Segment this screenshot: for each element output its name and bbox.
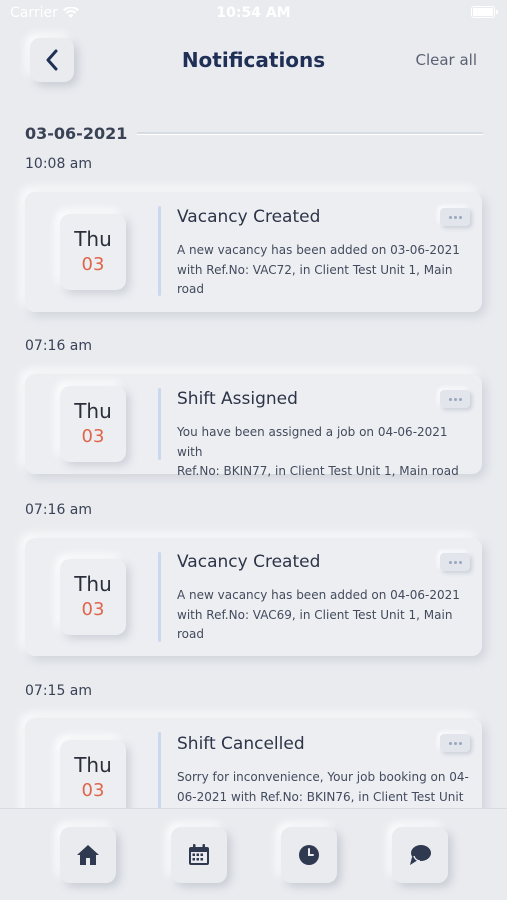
notification-card[interactable]: Thu 03 Shift Assigned You have been assi… [25, 374, 482, 478]
tab-history[interactable] [281, 827, 337, 883]
day-name: Thu [74, 753, 112, 777]
card-divider [158, 388, 161, 460]
clock-icon [299, 845, 319, 865]
battery-icon [471, 6, 498, 18]
day-number: 03 [81, 780, 105, 801]
notification-message: A new vacancy has been added on 04-06-20… [177, 586, 472, 645]
more-dots-icon [453, 397, 457, 401]
notification-title: Vacancy Created [177, 207, 321, 227]
day-tile: Thu 03 [60, 386, 126, 462]
notification-card[interactable]: Thu 03 Vacancy Created A new vacancy has… [25, 192, 482, 312]
day-number: 03 [81, 254, 105, 275]
message-line: A new vacancy has been added on 03-06-20… [177, 243, 460, 257]
date-divider [137, 132, 483, 134]
chat-icon [410, 845, 431, 865]
status-time: 10:54 AM [216, 5, 291, 21]
more-options-button[interactable] [440, 734, 470, 752]
more-dots-icon [458, 215, 462, 219]
clear-all-button[interactable]: Clear all [415, 51, 477, 69]
notification-time: 07:16 am [25, 338, 93, 354]
tab-chat[interactable] [392, 827, 448, 883]
tab-bar [0, 808, 507, 900]
more-dots-icon [458, 560, 462, 564]
notification-time: 07:16 am [25, 502, 93, 518]
notification-message: Sorry for inconvenience, Your job bookin… [177, 768, 472, 808]
notification-message: You have been assigned a job on 04-06-20… [177, 423, 472, 482]
message-line: Ref.No: BKIN77, in Client Test Unit 1, M… [177, 464, 459, 478]
day-number: 03 [81, 599, 105, 620]
message-line: You have been assigned a job on 04-06-20… [177, 425, 448, 459]
date-label: 03-06-2021 [25, 123, 128, 143]
more-dots-icon [458, 397, 462, 401]
header: Notifications Clear all [0, 30, 507, 92]
message-line: road [177, 627, 204, 641]
tab-home[interactable] [60, 827, 116, 883]
calendar-icon [189, 844, 209, 865]
message-line: with Ref.No: VAC69, in Client Test Unit … [177, 607, 453, 622]
notification-time: 10:08 am [25, 156, 93, 172]
message-line: 06-2021 with Ref.No: BKIN76, in Client T… [177, 789, 464, 804]
day-number: 03 [81, 426, 105, 447]
notification-card[interactable]: Thu 03 Vacancy Created A new vacancy has… [25, 538, 482, 656]
notification-title: Shift Assigned [177, 389, 298, 409]
card-divider [158, 206, 161, 296]
message-line: road [177, 282, 204, 296]
more-dots-icon [453, 741, 457, 745]
more-dots-icon [448, 741, 452, 745]
more-dots-icon [448, 560, 452, 564]
more-dots-icon [453, 560, 457, 564]
more-dots-icon [458, 741, 462, 745]
notification-list[interactable]: 03-06-2021 10:08 am Thu 03 Vacancy Creat… [0, 110, 507, 808]
status-bar: Carrier 10:54 AM [0, 0, 507, 28]
notification-card[interactable]: Thu 03 Shift Cancelled Sorry for inconve… [25, 718, 482, 808]
notification-title: Shift Cancelled [177, 734, 305, 754]
day-tile: Thu 03 [60, 214, 126, 290]
date-header: 03-06-2021 [25, 122, 483, 144]
more-options-button[interactable] [440, 208, 470, 226]
more-options-button[interactable] [440, 553, 470, 571]
more-options-button[interactable] [440, 390, 470, 408]
more-dots-icon [453, 215, 457, 219]
day-tile: Thu 03 [60, 740, 126, 808]
more-dots-icon [448, 397, 452, 401]
day-name: Thu [74, 572, 112, 596]
card-divider [158, 732, 161, 808]
day-name: Thu [74, 399, 112, 423]
message-line: with Ref.No: VAC72, in Client Test Unit … [177, 262, 453, 277]
card-divider [158, 552, 161, 642]
message-line: Sorry for inconvenience, Your job bookin… [177, 770, 469, 784]
notification-time: 07:15 am [25, 683, 93, 699]
message-line: A new vacancy has been added on 04-06-20… [177, 588, 460, 602]
more-dots-icon [448, 215, 452, 219]
notification-message: A new vacancy has been added on 03-06-20… [177, 241, 472, 300]
day-name: Thu [74, 227, 112, 251]
tab-calendar[interactable] [171, 827, 227, 883]
home-icon [77, 845, 99, 865]
notification-title: Vacancy Created [177, 552, 321, 572]
day-tile: Thu 03 [60, 559, 126, 635]
